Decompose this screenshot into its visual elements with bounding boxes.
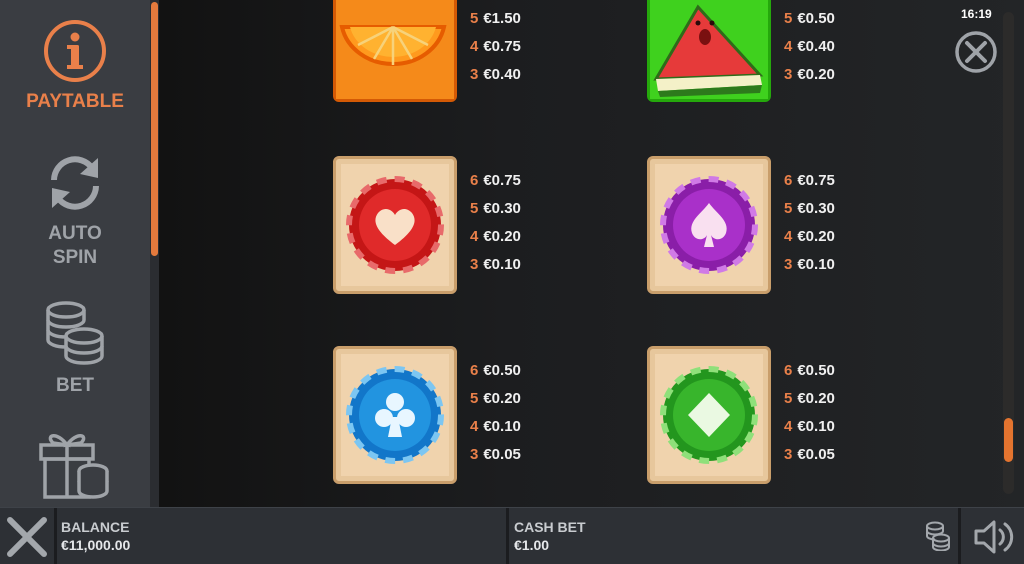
sidebar-item-label: BET bbox=[56, 375, 94, 396]
sidebar-scrollbar[interactable] bbox=[150, 0, 159, 507]
diamond-chip-icon bbox=[660, 366, 758, 464]
pay-row: 3 €0.05 bbox=[784, 446, 835, 463]
cash-bet-value: €1.00 bbox=[514, 537, 550, 553]
refresh-icon bbox=[51, 156, 99, 210]
sidebar-scrollbar-thumb[interactable] bbox=[151, 2, 158, 256]
pay-row: 4 €0.75 bbox=[470, 38, 521, 55]
coins-stack-icon bbox=[46, 301, 104, 365]
info-icon bbox=[44, 20, 106, 82]
heart-chip-icon bbox=[346, 176, 444, 274]
pay-row: 4 €0.20 bbox=[784, 228, 835, 245]
pay-list-diamond: 6 €0.50 5 €0.20 4 €0.10 3 €0.05 bbox=[784, 357, 835, 469]
sidebar-item-bet[interactable]: BET bbox=[0, 300, 150, 398]
pay-list-orange: 5 €1.50 4 €0.75 3 €0.40 bbox=[470, 5, 521, 89]
pay-row: 5 €1.50 bbox=[470, 10, 521, 27]
pay-row: 5 €0.20 bbox=[784, 390, 835, 407]
pay-row: 3 €0.05 bbox=[470, 446, 521, 463]
sidebar-item-label: PAYTABLE bbox=[26, 91, 124, 112]
pay-row: 6 €0.50 bbox=[784, 362, 835, 379]
symbol-tile-club bbox=[333, 346, 457, 484]
gift-coins-icon bbox=[39, 434, 109, 499]
menu-sidebar: PAYTABLE AUTO SPIN BET bbox=[0, 0, 152, 507]
close-game-button[interactable] bbox=[6, 516, 48, 558]
pay-list-watermelon: 5 €0.50 4 €0.40 3 €0.20 bbox=[784, 5, 835, 89]
pay-list-spade: 6 €0.75 5 €0.30 4 €0.20 3 €0.10 bbox=[784, 167, 835, 279]
divider bbox=[54, 508, 57, 564]
pay-row: 6 €0.75 bbox=[784, 172, 835, 189]
symbol-tile-orange bbox=[333, 0, 457, 102]
pay-row: 3 €0.10 bbox=[470, 256, 521, 273]
pay-row: 3 €0.40 bbox=[470, 66, 521, 83]
paytable-scrollbar-thumb[interactable] bbox=[1004, 418, 1013, 462]
pay-row: 5 €0.30 bbox=[470, 200, 521, 217]
bottom-bar: BALANCE €11,000.00 CASH BET €1.00 bbox=[0, 507, 1024, 564]
watermelon-icon bbox=[650, 0, 768, 99]
sidebar-item-label-line2: SPIN bbox=[52, 247, 98, 268]
pay-list-heart: 6 €0.75 5 €0.30 4 €0.20 3 €0.10 bbox=[470, 167, 521, 279]
close-paytable-button[interactable] bbox=[954, 30, 998, 74]
pay-row: 4 €0.20 bbox=[470, 228, 521, 245]
paytable-panel: 5 €1.50 4 €0.75 3 €0.40 5 €0.50 4 €0.40 3 €0.2… bbox=[159, 0, 1024, 507]
sound-icon[interactable] bbox=[972, 518, 1018, 556]
clock: 16:19 bbox=[961, 7, 992, 21]
divider bbox=[958, 508, 961, 564]
sidebar-item-gift[interactable] bbox=[0, 427, 150, 507]
pay-row: 4 €0.40 bbox=[784, 38, 835, 55]
orange-slice-icon bbox=[336, 0, 454, 99]
sidebar-item-label: AUTO bbox=[48, 223, 102, 244]
pay-row: 3 €0.20 bbox=[784, 66, 835, 83]
divider bbox=[506, 508, 509, 564]
symbol-tile-watermelon bbox=[647, 0, 771, 102]
pay-row: 6 €0.75 bbox=[470, 172, 521, 189]
pay-row: 5 €0.20 bbox=[470, 390, 521, 407]
pay-row: 4 €0.10 bbox=[784, 418, 835, 435]
sidebar-item-paytable[interactable]: PAYTABLE bbox=[0, 18, 150, 114]
symbol-tile-heart bbox=[333, 156, 457, 294]
pay-row: 3 €0.10 bbox=[784, 256, 835, 273]
spade-chip-icon bbox=[660, 176, 758, 274]
pay-list-club: 6 €0.50 5 €0.20 4 €0.10 3 €0.05 bbox=[470, 357, 521, 469]
paytable-scrollbar[interactable] bbox=[1003, 12, 1014, 494]
sidebar-item-autospin[interactable]: AUTO SPIN bbox=[0, 150, 150, 270]
balance-value: €11,000.00 bbox=[61, 537, 131, 553]
pay-row: 5 €0.30 bbox=[784, 200, 835, 217]
club-chip-icon bbox=[346, 366, 444, 464]
pay-row: 5 €0.50 bbox=[784, 10, 835, 27]
pay-row: 4 €0.10 bbox=[470, 418, 521, 435]
symbol-tile-spade bbox=[647, 156, 771, 294]
balance-label: BALANCE bbox=[61, 519, 130, 535]
symbol-tile-diamond bbox=[647, 346, 771, 484]
game-screen: PAYTABLE AUTO SPIN BET 5 €1.50 4 €0.75 3… bbox=[0, 0, 1024, 564]
cash-bet-label: CASH BET bbox=[514, 519, 586, 535]
coins-icon[interactable] bbox=[925, 521, 951, 551]
pay-row: 6 €0.50 bbox=[470, 362, 521, 379]
